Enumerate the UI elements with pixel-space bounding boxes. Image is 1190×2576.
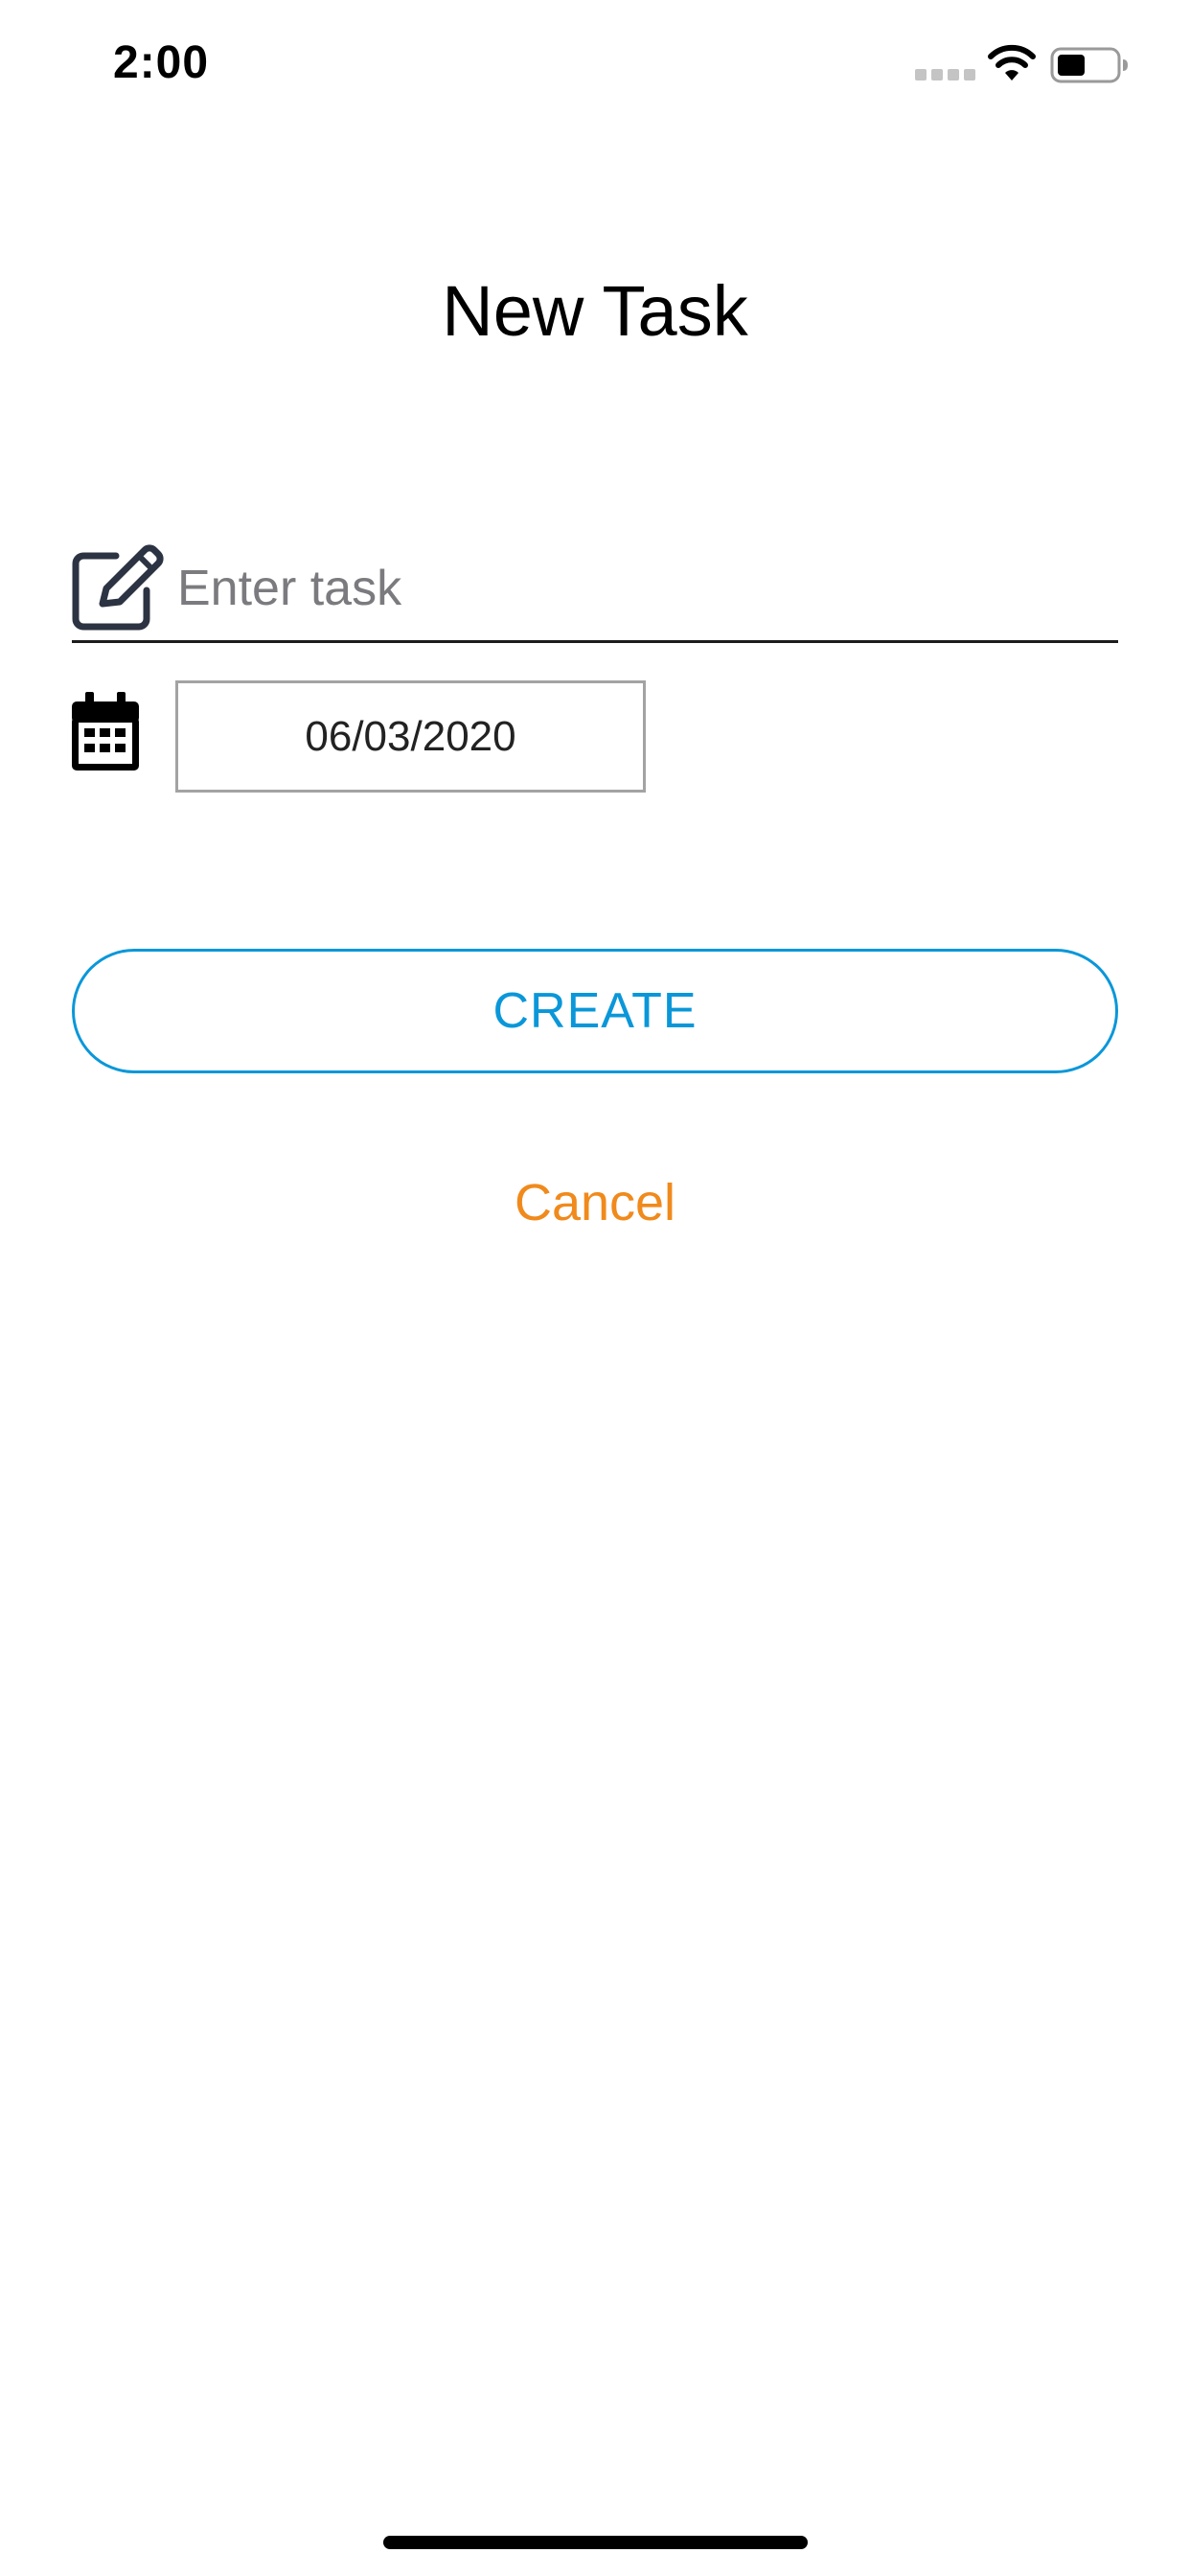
status-bar: 2:00	[0, 0, 1190, 134]
cancel-button[interactable]: Cancel	[0, 1173, 1190, 1232]
create-button[interactable]: CREATE	[72, 949, 1118, 1073]
task-input[interactable]	[177, 546, 1107, 631]
wifi-icon	[988, 44, 1036, 80]
page-title: New Task	[442, 271, 748, 351]
status-time: 2:00	[113, 37, 210, 88]
edit-icon	[72, 544, 164, 631]
battery-icon	[1050, 47, 1128, 83]
date-field[interactable]: 06/03/2020	[175, 680, 646, 793]
task-input-row	[72, 539, 1118, 643]
calendar-icon	[72, 692, 139, 770]
signal-icon	[915, 69, 975, 80]
home-indicator[interactable]	[383, 2536, 808, 2549]
